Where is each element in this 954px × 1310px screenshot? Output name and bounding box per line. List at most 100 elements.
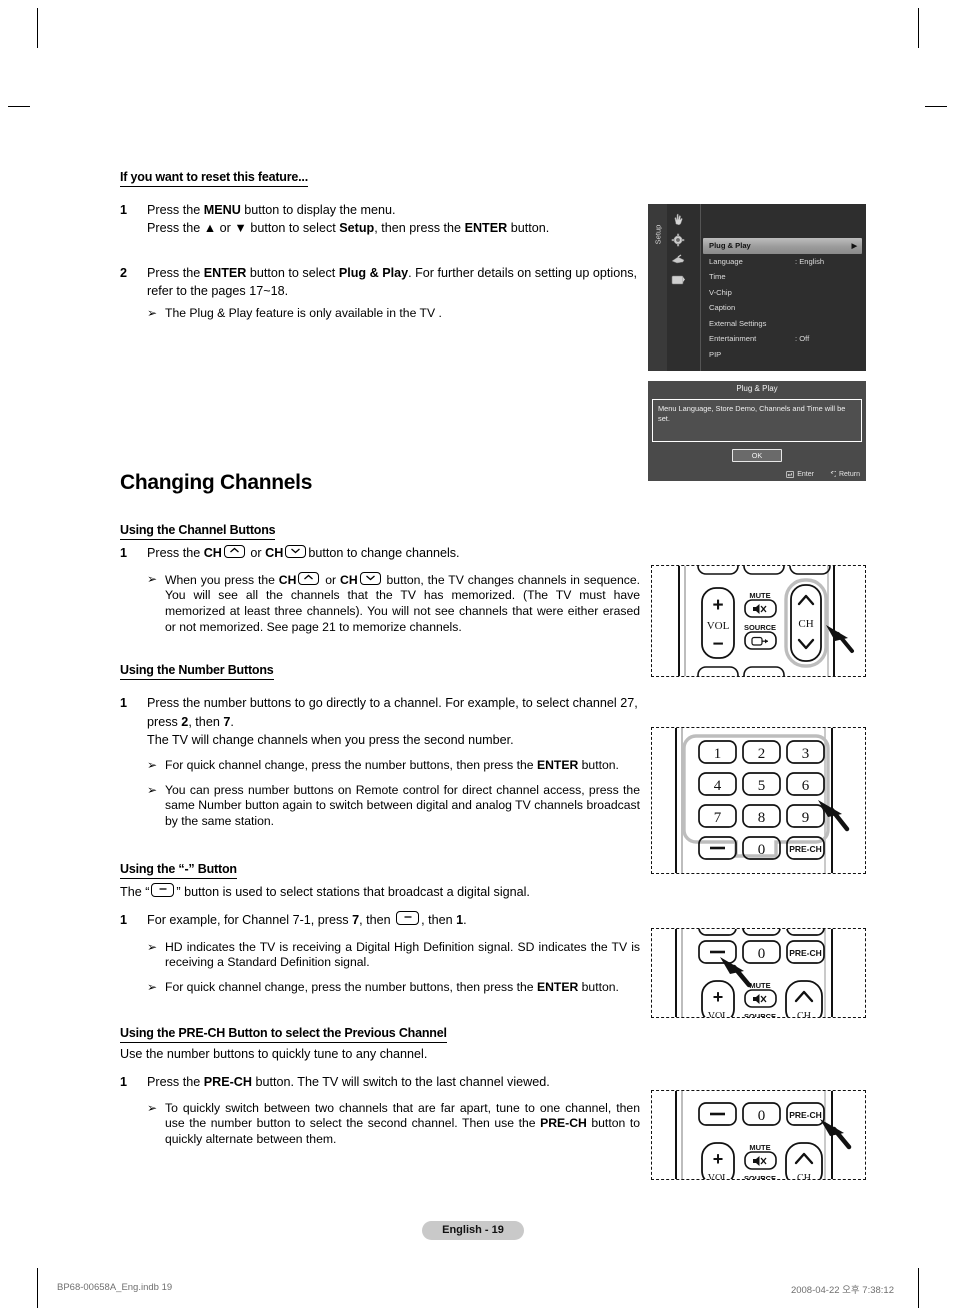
top-partial-keys [698, 929, 825, 936]
mute-icon [753, 994, 767, 1004]
osd-item-plug-and-play[interactable]: Plug & Play ▶ [703, 238, 862, 254]
remote-body-outline [675, 1091, 833, 1179]
osd-item-caption[interactable]: Caption [703, 300, 862, 316]
note-text: The Plug & Play feature is only availabl… [165, 306, 442, 320]
osd-item-language[interactable]: Language : English [703, 254, 862, 270]
ch-keyword: CH [265, 545, 284, 560]
step-number: 1 [120, 913, 128, 928]
osd-item-pip[interactable]: PIP [703, 347, 862, 363]
osd-icon-column [669, 212, 699, 292]
enter-hint: Enter [786, 471, 814, 478]
osd-item-v-chip[interactable]: V-Chip [703, 285, 862, 301]
tv-setup-menu-screenshot: Setup Plug & Play ▶ Language : English T… [648, 204, 866, 371]
text-fragment: , then [421, 913, 457, 928]
mute-key [744, 1151, 777, 1170]
text-fragment: button. [507, 221, 550, 236]
osd-item-label: Language [709, 256, 743, 266]
crop-mark-top-right [918, 8, 919, 48]
bottom-row-partial-keys [697, 666, 785, 676]
number-buttons-section: Using the Number Buttons 1 Press the num… [120, 661, 640, 829]
arrow-bullet-icon: ➢ [147, 306, 158, 320]
arrow-bullet-icon: ➢ [147, 782, 158, 797]
dash-button-heading: Using the “-” Button [120, 862, 237, 880]
number-buttons-heading: Using the Number Buttons [120, 663, 274, 681]
step-number: 1 [120, 203, 128, 217]
source-label: SOURCE [744, 623, 776, 632]
key-4-label: 4 [714, 778, 722, 794]
text-fragment: button to display the menu. [240, 203, 396, 217]
osd-item-value: : English [795, 256, 825, 266]
footer-timestamp: 2008-04-22 오후 7:38:12 [790, 1285, 894, 1296]
key-3-label: 3 [802, 746, 810, 762]
page-title: Changing Channels [120, 470, 313, 494]
osd-item-label: External Settings [709, 318, 767, 328]
osd-item-label: Plug & Play [709, 241, 751, 251]
crop-mark-top-left [37, 8, 38, 48]
key-5-label: 5 [758, 778, 766, 794]
remote-diagram-dash-button: 0 PRE-CH + VOL MUTE SOURCE CH [651, 928, 866, 1018]
dash-key-icon [151, 883, 175, 898]
key-prech-label: PRE-CH [789, 948, 822, 958]
return-hint-label: Return [838, 471, 860, 478]
ch-keyword: CH [278, 572, 297, 587]
volume-label: VOL [708, 1173, 729, 1179]
text-fragment: or [321, 572, 341, 587]
channel-buttons-heading: Using the Channel Buttons [120, 523, 276, 540]
mute-label: MUTE [749, 1143, 770, 1152]
enter-keyword: ENTER [464, 221, 508, 236]
reset-step-2: 2 Press the ENTER button to select Plug … [120, 264, 640, 322]
return-hint: Return [828, 471, 860, 478]
step-1-line-1: Press the MENU button to display the men… [147, 201, 640, 219]
remote-diagram-number-buttons: 1 2 3 4 5 6 7 8 9 0 PRE-CH [651, 727, 866, 874]
footer-file-name: BP68-00658A_Eng.indb 19 [57, 1282, 173, 1293]
arrow-bullet-icon: ➢ [147, 1100, 158, 1115]
hand-pointer-icon [669, 212, 687, 227]
text-fragment: button to select [246, 221, 340, 236]
osd-item-time[interactable]: Time [703, 269, 862, 285]
text-fragment: button to select [246, 265, 339, 280]
prech-keyword: PRE-CH [203, 1074, 252, 1089]
text-fragment: button. [578, 758, 619, 773]
crop-mark-left-top [8, 106, 30, 107]
number-buttons-note-1: ➢ For quick channel change, press the nu… [147, 758, 640, 774]
page-number-badge: English - 19 [422, 1221, 524, 1240]
enter-key-icon [786, 471, 795, 478]
osd-item-external-settings[interactable]: External Settings [703, 316, 862, 332]
dash-button-step-1: 1 For example, for Channel 7-1, press 7,… [120, 911, 640, 929]
top-row-partial-keys [697, 566, 831, 575]
key-2-label: 2 [758, 746, 766, 762]
ch-keyword: CH [203, 545, 222, 560]
text-fragment: button. The TV will switch to the last c… [251, 1074, 550, 1089]
channel-up-icon [794, 1152, 814, 1165]
key-9-label: 9 [802, 810, 810, 826]
prech-note: ➢ To quickly switch between two channels… [147, 1101, 640, 1148]
osd-divider [700, 204, 701, 371]
dialog-ok-button[interactable]: OK [732, 449, 782, 462]
channel-label: CH [798, 618, 813, 630]
down-arrow-icon: ▼ [234, 221, 247, 236]
text-fragment: For quick channel change, press the numb… [165, 758, 537, 773]
channel-down-key-icon [359, 571, 381, 585]
arrow-bullet-icon: ➢ [147, 758, 158, 773]
text-fragment: Press the [147, 545, 204, 560]
volume-up-label: + [712, 595, 723, 616]
channel-up-icon [794, 990, 814, 1003]
osd-item-entertainment[interactable]: Entertainment : Off [703, 331, 862, 347]
menu-keyword: MENU [203, 203, 241, 217]
text-fragment: , then press the [374, 221, 465, 236]
number-buttons-note-2: ➢ You can press number buttons on Remote… [147, 783, 640, 830]
step-number: 1 [120, 545, 128, 560]
key-8-label: 8 [758, 810, 766, 826]
source-icon [751, 636, 768, 646]
mute-key [744, 989, 777, 1008]
key-0-label: 0 [758, 946, 766, 962]
dash-button-intro: The “ ” button is used to select stations… [120, 883, 640, 899]
prech-intro: Use the number buttons to quickly tune t… [120, 1046, 428, 1061]
volume-label: VOL [708, 1011, 729, 1017]
remote-body-outline [675, 929, 833, 1017]
return-arrow-icon [830, 471, 836, 477]
text-fragment: ” button is used to select stations that… [176, 885, 530, 900]
setup-keyword: Setup [339, 221, 375, 236]
channel-label: CH [797, 1173, 811, 1179]
prech-button-section: Using the PRE-CH Button to select the Pr… [120, 1024, 640, 1148]
